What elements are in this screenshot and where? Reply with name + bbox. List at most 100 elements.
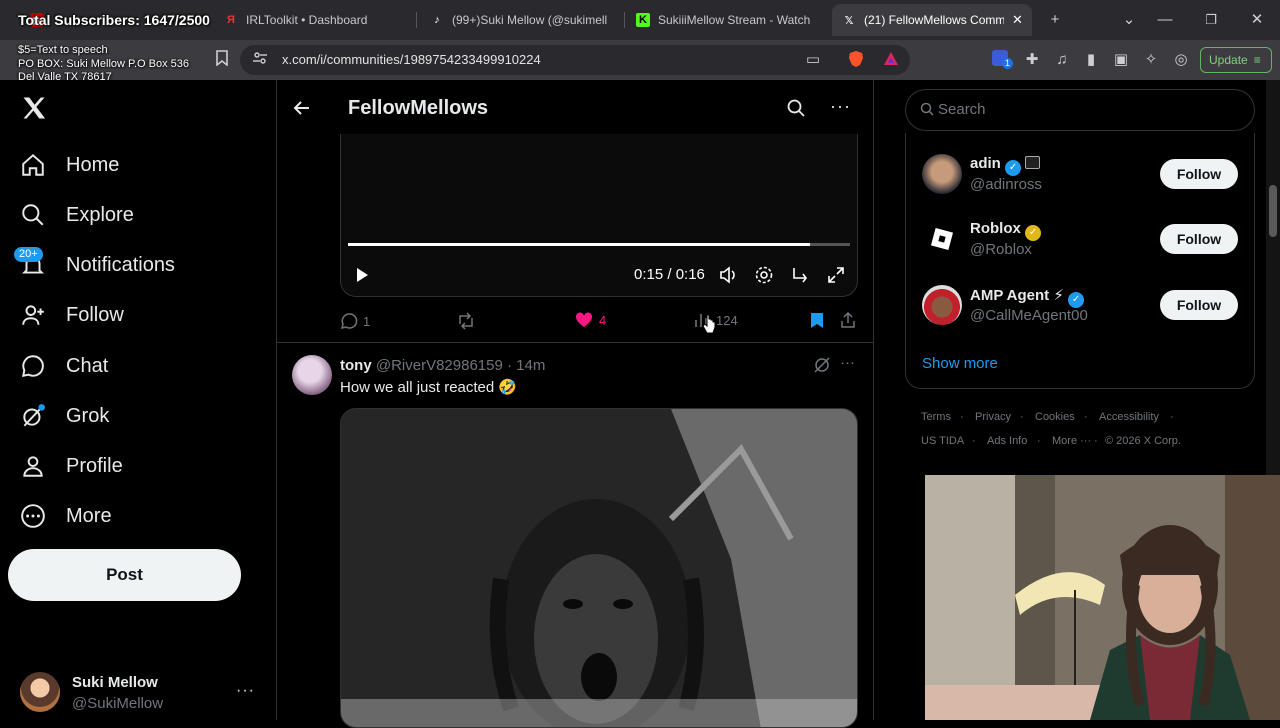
nav-profile[interactable]: Profile <box>20 448 123 484</box>
nav-label: Home <box>66 153 120 176</box>
user-avatar[interactable] <box>20 672 60 712</box>
video-time: 0:15 / 0:16 <box>634 266 705 283</box>
mouse-cursor-icon <box>702 314 716 339</box>
picture-in-picture-icon[interactable] <box>790 265 810 290</box>
account-handle: @CallMeAgent00 <box>970 307 1088 324</box>
show-more-link[interactable]: Show more <box>922 355 998 372</box>
nav-chat[interactable]: Chat <box>20 348 108 384</box>
scrollbar-thumb[interactable] <box>1269 185 1277 237</box>
nav-grok[interactable]: Grok <box>20 398 109 434</box>
bookmark-tweet-icon[interactable] <box>810 312 824 334</box>
site-settings-icon[interactable] <box>250 50 270 70</box>
nav-follow[interactable]: Follow <box>20 297 124 333</box>
tab-label: (21) FellowMellows Comm <box>864 13 1004 27</box>
tiktok-icon: ♪ <box>434 14 440 26</box>
repost-button[interactable] <box>456 312 476 330</box>
tab-fellowmellows[interactable]: 𝕏 (21) FellowMellows Comm ✕ <box>832 4 1032 36</box>
view-count: 124 <box>716 312 738 328</box>
account-display-name[interactable]: AMP Agent ⚡ <box>970 287 1064 304</box>
follow-button[interactable]: Follow <box>1160 159 1238 189</box>
extensions-puzzle-icon[interactable]: ✚ <box>1022 50 1042 70</box>
wallet-icon[interactable]: ▣ <box>1111 50 1131 70</box>
nav-notifications[interactable]: Notifications <box>20 247 175 283</box>
footer-terms-link[interactable]: Terms <box>921 411 951 423</box>
tweet-author-name[interactable]: tony <box>340 357 372 374</box>
footer-privacy-link[interactable]: Privacy <box>975 411 1011 423</box>
tweet-more-icon[interactable]: ··· <box>840 354 855 371</box>
footer-cookies-link[interactable]: Cookies <box>1035 411 1075 423</box>
brave-rewards-icon[interactable] <box>881 50 901 70</box>
tweet-media-image[interactable] <box>340 408 858 728</box>
account-handle: @Roblox <box>970 241 1032 258</box>
tab-label: IRLToolkit • Dashboard <box>246 13 368 27</box>
volume-icon[interactable] <box>718 265 738 290</box>
tab-search-chevron-icon[interactable]: ⌄ <box>1117 8 1141 32</box>
brave-shield-icon[interactable] <box>846 50 866 70</box>
tweet-time[interactable]: · 14m <box>507 357 545 374</box>
account-display-name[interactable]: Roblox <box>970 220 1021 237</box>
follow-button[interactable]: Follow <box>1160 224 1238 254</box>
community-search-icon[interactable] <box>786 98 806 123</box>
video-settings-gear-icon[interactable] <box>754 265 774 290</box>
account-avatar[interactable] <box>922 285 962 325</box>
tweet-header: tony @RiverV82986159 · 14m <box>340 357 545 374</box>
tab-tiktok[interactable]: ♪ (99+)Suki Mellow (@sukimell <box>430 4 610 36</box>
account-name: adin ✓ <box>970 155 1041 176</box>
window-close-icon[interactable]: ✕ <box>1245 8 1269 32</box>
tab-kick[interactable]: K SukiiiMellow Stream - Watch <box>636 4 816 36</box>
account-handle: @adinross <box>970 176 1042 193</box>
update-button[interactable]: Update ≡ <box>1200 47 1272 73</box>
page-scrollbar[interactable] <box>1266 80 1280 475</box>
like-button[interactable]: 4 <box>575 312 606 328</box>
tweet-author-avatar[interactable] <box>292 355 332 395</box>
extension-icon-1[interactable]: 1 <box>992 50 1014 70</box>
follow-button[interactable]: Follow <box>1160 290 1238 320</box>
footer-separator: · <box>1170 411 1174 423</box>
verified-badge-icon: ✓ <box>1068 292 1085 308</box>
back-arrow-icon[interactable] <box>292 98 312 123</box>
nav-explore[interactable]: Explore <box>20 197 134 233</box>
minimize-icon[interactable]: — <box>1153 8 1177 32</box>
grok-icon <box>23 404 45 427</box>
footer-us-tida-link[interactable]: US TIDA <box>921 435 964 447</box>
footer-ads-info-link[interactable]: Ads Info <box>987 435 1027 447</box>
nav-home[interactable]: Home <box>20 147 119 183</box>
verified-badge-icon: ✓ <box>1005 160 1022 176</box>
video-progress-track[interactable] <box>348 243 850 246</box>
tweet-text: How we all just reacted 🤣 <box>340 379 518 396</box>
grok-explain-icon[interactable] <box>813 356 831 379</box>
new-tab-icon[interactable]: + <box>1043 8 1067 32</box>
post-button[interactable]: Post <box>8 549 241 601</box>
bookmark-icon[interactable] <box>212 50 232 70</box>
tweet-author-handle[interactable]: @RiverV82986159 <box>376 357 503 374</box>
nav-label: More <box>66 504 112 527</box>
x-logo-icon[interactable] <box>20 94 48 127</box>
share-icon[interactable] <box>840 311 856 334</box>
sidebar-toggle-icon[interactable]: ▮ <box>1081 50 1101 70</box>
account-avatar[interactable] <box>922 154 962 194</box>
restore-icon[interactable]: ❐ <box>1199 8 1223 32</box>
play-icon[interactable] <box>354 266 370 289</box>
close-tab-icon[interactable]: ✕ <box>1012 12 1023 28</box>
account-avatar[interactable] <box>922 219 962 259</box>
footer-separator: · <box>1020 411 1024 423</box>
repost-icon <box>459 312 473 330</box>
fullscreen-icon[interactable] <box>826 265 846 290</box>
account-display-name[interactable]: adin <box>970 155 1001 172</box>
nav-more[interactable]: More <box>20 498 112 534</box>
leo-ai-icon[interactable]: ✧ <box>1141 50 1161 70</box>
nav-label: Chat <box>66 354 109 377</box>
header-more-icon[interactable]: ··· <box>830 96 851 117</box>
account-menu-icon[interactable]: ··· <box>236 682 255 700</box>
video-player[interactable] <box>340 134 858 297</box>
reply-button[interactable]: 1 <box>340 312 370 330</box>
footer-more-link[interactable]: More ··· <box>1052 435 1091 447</box>
footer-accessibility-link[interactable]: Accessibility <box>1099 411 1159 423</box>
vpn-icon[interactable]: ◎ <box>1171 50 1191 70</box>
tab-irltoolkit[interactable]: Я IRLToolkit • Dashboard <box>224 4 404 36</box>
po-box-line-1: PO BOX: Suki Mellow P.O Box 536 <box>18 58 189 70</box>
cast-icon[interactable]: ▭ <box>803 50 823 70</box>
nav-label: Profile <box>66 454 123 477</box>
tab-separator <box>624 12 625 28</box>
media-music-icon[interactable]: ♫ <box>1052 50 1072 70</box>
